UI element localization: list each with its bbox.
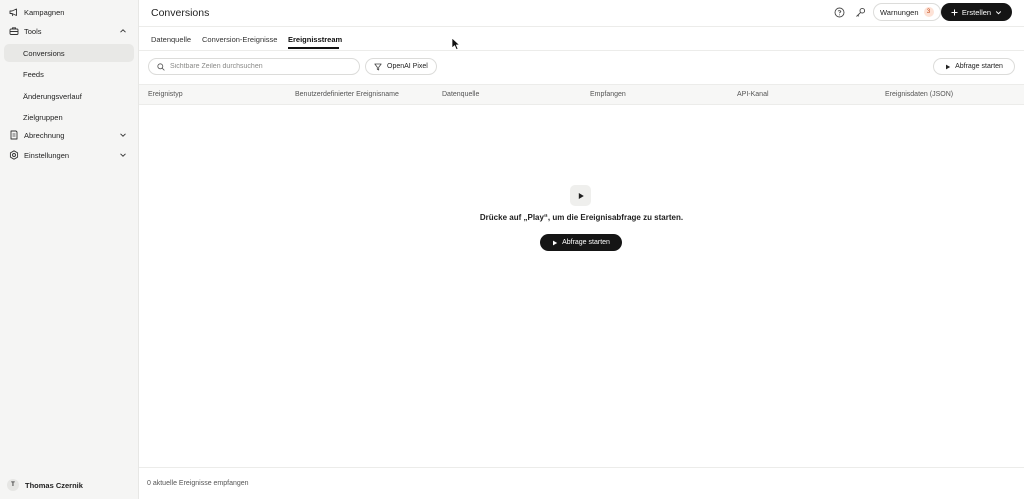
sidebar-subitem-label: Zielgruppen: [23, 112, 63, 122]
column-header[interactable]: Empfangen: [590, 91, 626, 98]
chevron-down-icon[interactable]: [119, 151, 127, 159]
header-divider: [139, 26, 1024, 27]
warnings-label: Warnungen: [880, 7, 919, 17]
warnings-count-badge: 3: [923, 7, 934, 17]
user-name: Thomas Czernik: [25, 480, 83, 490]
empty-state-play-button[interactable]: [570, 185, 591, 206]
plus-icon: [951, 9, 958, 15]
active-tab-indicator: [288, 47, 339, 49]
start-query-label: Abfrage starten: [955, 63, 1003, 70]
user-profile[interactable]: T Thomas Czernik: [7, 479, 83, 491]
play-icon: [946, 64, 951, 69]
sidebar-subitem-feeds[interactable]: Feeds: [4, 65, 134, 83]
gear-icon: [9, 150, 19, 160]
play-icon: [578, 192, 584, 199]
sidebar-item-label: Einstellungen: [24, 150, 70, 160]
toolbox-icon: [9, 26, 19, 36]
avatar: T: [7, 479, 19, 491]
column-header[interactable]: Ereignistyp: [148, 91, 183, 98]
search-field[interactable]: [148, 58, 360, 75]
play-icon: [553, 240, 558, 245]
table-header: Ereignistyp Benutzerdefinierter Ereignis…: [139, 84, 1024, 105]
chevron-up-icon[interactable]: [119, 27, 127, 35]
chevron-down-icon[interactable]: [119, 131, 127, 139]
start-query-label: Abfrage starten: [562, 239, 610, 246]
create-label: Erstellen: [961, 7, 992, 17]
column-header[interactable]: Datenquelle: [442, 91, 479, 98]
sidebar-item-label: Kampagnen: [24, 7, 65, 17]
sidebar-subitem-conversions[interactable]: Conversions: [4, 44, 134, 62]
tab-conversion-ereignisse[interactable]: Conversion-Ereignisse: [202, 35, 277, 44]
warnings-button[interactable]: Warnungen 3: [873, 3, 941, 21]
chevron-down-icon: [995, 10, 1002, 14]
main-content: Conversions Warnungen 3 Erstellen Datenq…: [139, 0, 1024, 499]
help-icon[interactable]: [833, 6, 845, 18]
page-title: Conversions: [151, 7, 210, 19]
sidebar-item-tools[interactable]: Tools: [4, 22, 134, 40]
key-icon[interactable]: [854, 6, 866, 18]
tab-datenquelle[interactable]: Datenquelle: [151, 35, 191, 44]
create-button[interactable]: Erstellen: [941, 3, 1012, 21]
event-count-status: 0 aktuelle Ereignisse empfangen: [147, 480, 249, 487]
sidebar-item-kampagnen[interactable]: Kampagnen: [4, 3, 134, 21]
empty-state-start-query-button[interactable]: Abfrage starten: [540, 234, 622, 251]
sidebar-item-abrechnung[interactable]: Abrechnung: [4, 126, 134, 144]
sidebar-subitem-label: Conversions: [23, 48, 65, 58]
sidebar-subitem-label: Feeds: [23, 69, 44, 79]
sidebar-subitem-label: Änderungsverlauf: [23, 91, 82, 101]
megaphone-icon: [9, 7, 19, 17]
tab-ereignisstream[interactable]: Ereignisstream: [288, 35, 342, 44]
sidebar-item-label: Abrechnung: [24, 130, 65, 140]
sidebar: Kampagnen Tools Conversions Feeds Änderu…: [0, 0, 139, 499]
empty-state-message: Drücke auf „Play“, um die Ereignisabfrag…: [479, 213, 684, 222]
filter-button[interactable]: OpenAI Pixel: [365, 58, 437, 75]
sidebar-item-label: Tools: [24, 26, 42, 36]
sidebar-subitem-zielgruppen[interactable]: Zielgruppen: [4, 108, 134, 126]
column-header[interactable]: API-Kanal: [737, 91, 769, 98]
sidebar-item-einstellungen[interactable]: Einstellungen: [4, 146, 134, 164]
column-header[interactable]: Benutzerdefinierter Ereignisname: [295, 91, 399, 98]
filter-icon: [374, 63, 382, 70]
search-icon: [157, 62, 165, 71]
column-header[interactable]: Ereignisdaten (JSON): [885, 91, 953, 98]
filter-label: OpenAI Pixel: [387, 63, 428, 70]
receipt-icon: [9, 130, 19, 140]
sidebar-subitem-aenderungsverlauf[interactable]: Änderungsverlauf: [4, 87, 134, 105]
footer-divider: [139, 467, 1024, 468]
mouse-cursor-icon: [451, 37, 460, 50]
start-query-button[interactable]: Abfrage starten: [933, 58, 1015, 75]
search-input[interactable]: [170, 63, 350, 70]
tabs-divider: [139, 50, 1024, 51]
